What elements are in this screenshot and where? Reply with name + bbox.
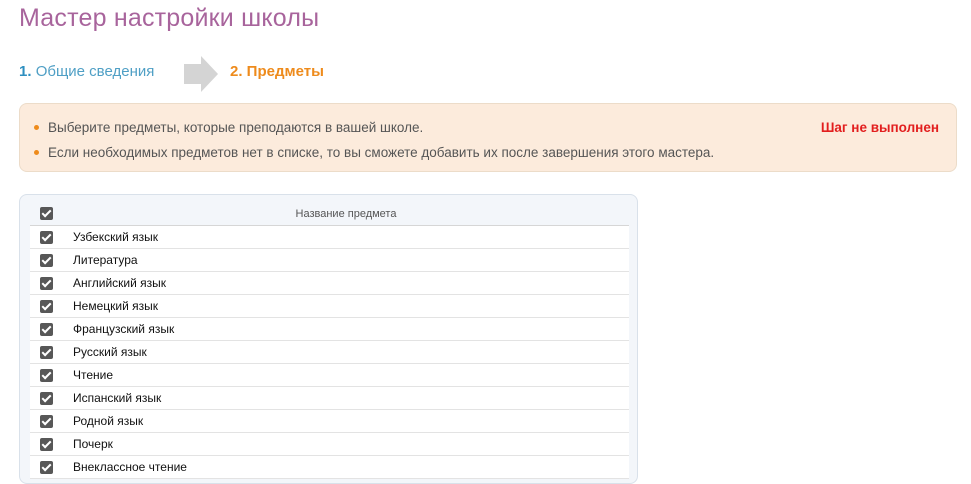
info-box: Выберите предметы, которые преподаются в… — [19, 103, 957, 172]
subject-checkbox[interactable] — [40, 460, 53, 474]
column-header-subject-name: Название предмета — [63, 203, 629, 226]
subject-name: Русский язык — [63, 340, 629, 364]
table-row: Родной язык — [30, 409, 629, 433]
info-text: Выберите предметы, которые преподаются в… — [48, 120, 424, 135]
subject-checkbox[interactable] — [40, 345, 53, 359]
bullet-icon — [34, 150, 39, 155]
table-row: Немецкий язык — [30, 294, 629, 318]
step-label: Общие сведения — [35, 63, 155, 80]
subject-checkbox[interactable] — [40, 437, 53, 451]
table-row: Чтение — [30, 363, 629, 387]
subject-name: Английский язык — [63, 271, 629, 295]
subject-name: Внеклассное чтение — [63, 455, 629, 479]
checkbox-cell — [30, 294, 63, 318]
subject-name: Родной язык — [63, 409, 629, 433]
subject-checkbox[interactable] — [40, 276, 53, 290]
subject-checkbox[interactable] — [40, 414, 53, 428]
subject-name: Почерк — [63, 432, 629, 456]
select-all-cell — [30, 203, 63, 226]
subject-checkbox[interactable] — [40, 253, 53, 267]
checkbox-cell — [30, 386, 63, 410]
subjects-table: Название предмета Узбекский язык Литерат… — [30, 203, 629, 479]
table-row: Литература — [30, 248, 629, 272]
arrow-right-icon — [184, 56, 218, 92]
wizard-steps: 1. Общие сведения 2. Предметы — [19, 56, 519, 92]
step-number: 1. — [19, 63, 32, 80]
page-title: Мастер настройки школы — [19, 4, 320, 32]
subject-checkbox[interactable] — [40, 391, 53, 405]
subject-name: Немецкий язык — [63, 294, 629, 318]
info-list: Выберите предметы, которые преподаются в… — [32, 119, 714, 169]
table-row: Испанский язык — [30, 386, 629, 410]
table-header-row: Название предмета — [30, 203, 629, 226]
checkbox-cell — [30, 340, 63, 364]
subject-name: Чтение — [63, 363, 629, 387]
subject-checkbox[interactable] — [40, 322, 53, 336]
checkbox-cell — [30, 432, 63, 456]
table-row: Внеклассное чтение — [30, 455, 629, 479]
subject-name: Испанский язык — [63, 386, 629, 410]
step-general-info[interactable]: 1. Общие сведения — [19, 63, 154, 80]
subject-checkbox[interactable] — [40, 368, 53, 382]
step-status: Шаг не выполнен — [820, 120, 939, 135]
table-row: Французский язык — [30, 317, 629, 341]
checkbox-cell — [30, 317, 63, 341]
checkbox-cell — [30, 455, 63, 479]
subject-name: Узбекский язык — [63, 225, 629, 249]
step-subjects[interactable]: 2. Предметы — [230, 63, 324, 80]
checkbox-cell — [30, 225, 63, 249]
subject-name: Французский язык — [63, 317, 629, 341]
checkbox-cell — [30, 248, 63, 272]
table-row: Русский язык — [30, 340, 629, 364]
checkbox-cell — [30, 363, 63, 387]
subject-checkbox[interactable] — [40, 299, 53, 313]
info-item: Если необходимых предметов нет в списке,… — [32, 144, 714, 169]
bullet-icon — [34, 125, 39, 130]
table-row: Узбекский язык — [30, 225, 629, 249]
checkbox-cell — [30, 409, 63, 433]
info-text: Если необходимых предметов нет в списке,… — [48, 145, 715, 160]
select-all-checkbox[interactable] — [40, 207, 53, 221]
checkbox-cell — [30, 271, 63, 295]
subject-checkbox[interactable] — [40, 230, 53, 244]
info-item: Выберите предметы, которые преподаются в… — [32, 119, 714, 144]
subject-name: Литература — [63, 248, 629, 272]
table-row: Почерк — [30, 432, 629, 456]
subjects-panel: Название предмета Узбекский язык Литерат… — [19, 194, 638, 484]
subjects-body: Узбекский язык Литература Английский язы… — [30, 225, 629, 479]
table-row: Английский язык — [30, 271, 629, 295]
